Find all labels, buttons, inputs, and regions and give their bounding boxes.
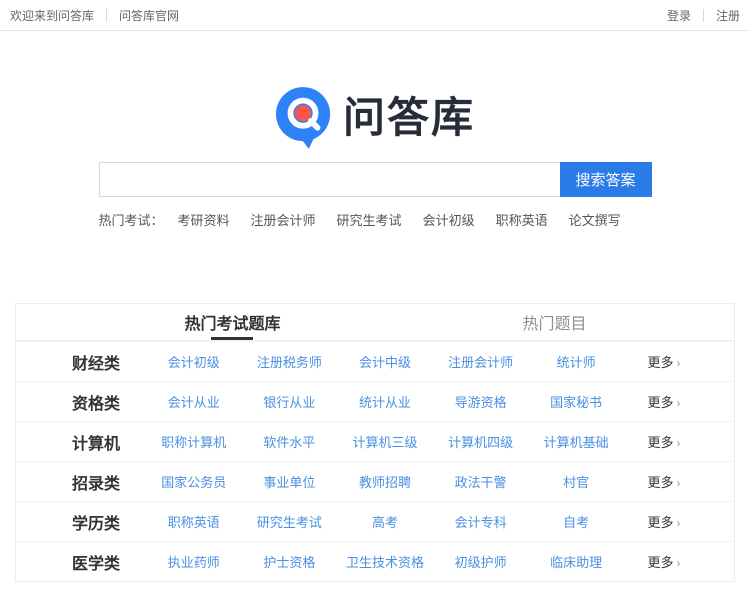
more-link[interactable]: 更多› [624,352,704,371]
table-row: 招录类 国家公务员 事业单位 教师招聘 政法干警 村官 更多› [16,461,734,501]
hot-exam-link[interactable]: 注册会计师 [251,210,316,229]
exam-link[interactable]: 计算机基础 [528,432,624,451]
exam-link[interactable]: 会计专科 [433,512,529,531]
exam-link[interactable]: 软件水平 [242,432,338,451]
exam-link[interactable]: 国家公务员 [146,472,242,491]
exam-link[interactable]: 高考 [337,512,433,531]
register-link[interactable]: 注册 [716,7,740,24]
exam-link[interactable]: 会计中级 [337,352,433,371]
hot-exam-link[interactable]: 论文撰写 [569,210,621,229]
exam-link[interactable]: 统计师 [528,352,624,371]
hot-exam-link[interactable]: 会计初级 [423,210,475,229]
more-label: 更多 [647,475,673,490]
exam-link[interactable]: 政法干警 [433,472,529,491]
category-label: 财经类 [46,350,146,374]
divider [703,9,704,22]
login-link[interactable]: 登录 [667,7,691,24]
category-label: 资格类 [46,390,146,414]
welcome-text: 欢迎来到问答库 [10,7,94,24]
exam-link[interactable]: 自考 [528,512,624,531]
exam-link[interactable]: 注册会计师 [433,352,529,371]
more-label: 更多 [647,515,673,530]
speech-bubble-q-icon [275,87,333,149]
site-title: 问答库 [343,97,475,139]
panel-tabs: 热门考试题库 热门题目 [16,304,734,341]
hot-exam-link[interactable]: 职称英语 [496,210,548,229]
category-label: 招录类 [46,470,146,494]
hot-exams-row: 热门考试： 考研资料 注册会计师 研究生考试 会计初级 职称英语 论文撰写 [99,210,652,229]
tab-label: 热门题目 [520,302,588,340]
search-input[interactable] [99,162,560,197]
exam-link[interactable]: 会计初级 [146,352,242,371]
topbar: 欢迎来到问答库 问答库官网 登录 注册 [0,0,750,31]
chevron-right-icon: › [676,556,680,570]
exam-link[interactable]: 统计从业 [337,392,433,411]
exam-link[interactable]: 执业药师 [146,552,242,571]
exam-link[interactable]: 卫生技术资格 [337,552,433,571]
exam-link[interactable]: 临床助理 [528,552,624,571]
search-bar: 搜索答案 [99,162,652,197]
table-row: 医学类 执业药师 护士资格 卫生技术资格 初级护师 临床助理 更多› [16,541,734,581]
more-link[interactable]: 更多› [624,392,704,411]
exam-link[interactable]: 银行从业 [242,392,338,411]
table-row: 财经类 会计初级 注册税务师 会计中级 注册会计师 统计师 更多› [16,341,734,381]
more-link[interactable]: 更多› [624,472,704,491]
hot-exam-link[interactable]: 研究生考试 [337,210,402,229]
hot-exams-label: 热门考试： [99,210,164,229]
more-label: 更多 [647,395,673,410]
exam-link[interactable]: 计算机三级 [337,432,433,451]
exam-link[interactable]: 初级护师 [433,552,529,571]
tab-hot-questions[interactable]: 热门题目 [375,304,734,340]
more-label: 更多 [647,355,673,370]
exam-category-panel: 热门考试题库 热门题目 财经类 会计初级 注册税务师 会计中级 注册会计师 统计… [15,303,735,582]
table-row: 计算机 职称计算机 软件水平 计算机三级 计算机四级 计算机基础 更多› [16,421,734,461]
chevron-right-icon: › [676,516,680,530]
more-label: 更多 [647,555,673,570]
exam-link[interactable]: 职称计算机 [146,432,242,451]
search-button[interactable]: 搜索答案 [560,162,652,197]
chevron-right-icon: › [676,476,680,490]
site-logo[interactable]: 问答库 [0,87,750,149]
table-row: 学历类 职称英语 研究生考试 高考 会计专科 自考 更多› [16,501,734,541]
chevron-right-icon: › [676,356,680,370]
category-label: 计算机 [46,430,146,454]
official-site-link[interactable]: 问答库官网 [119,7,179,24]
exam-link[interactable]: 职称英语 [146,512,242,531]
more-link[interactable]: 更多› [624,552,704,571]
table-row: 资格类 会计从业 银行从业 统计从业 导游资格 国家秘书 更多› [16,381,734,421]
category-label: 学历类 [46,510,146,534]
divider [106,9,107,22]
exam-link[interactable]: 村官 [528,472,624,491]
exam-link[interactable]: 研究生考试 [242,512,338,531]
more-link[interactable]: 更多› [624,512,704,531]
exam-link[interactable]: 计算机四级 [433,432,529,451]
tab-label: 热门考试题库 [182,302,282,340]
exam-link[interactable]: 国家秘书 [528,392,624,411]
tab-hot-exam-bank[interactable]: 热门考试题库 [16,304,375,340]
chevron-right-icon: › [676,396,680,410]
hot-exam-link[interactable]: 考研资料 [178,210,230,229]
exam-link[interactable]: 导游资格 [433,392,529,411]
exam-link[interactable]: 护士资格 [242,552,338,571]
exam-link[interactable]: 注册税务师 [242,352,338,371]
more-link[interactable]: 更多› [624,432,704,451]
category-label: 医学类 [46,550,146,574]
chevron-right-icon: › [676,436,680,450]
exam-link[interactable]: 会计从业 [146,392,242,411]
exam-link[interactable]: 教师招聘 [337,472,433,491]
exam-link[interactable]: 事业单位 [242,472,338,491]
more-label: 更多 [647,435,673,450]
